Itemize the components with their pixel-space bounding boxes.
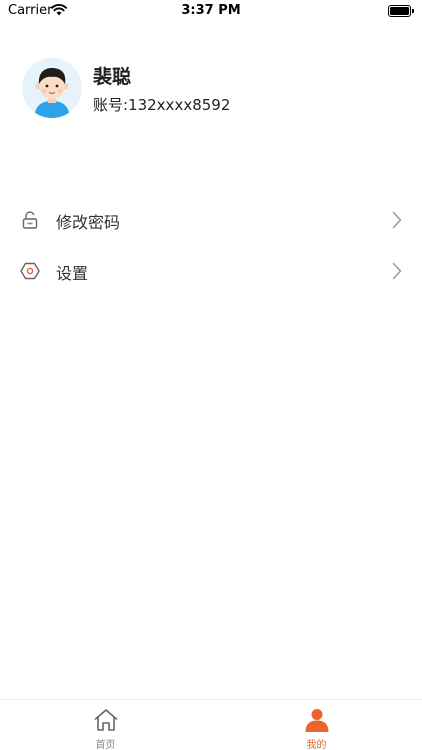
chevron-right-icon xyxy=(392,211,402,229)
tab-home[interactable]: 首页 xyxy=(0,700,211,750)
settings-hexagon-icon xyxy=(20,262,40,280)
chevron-right-icon xyxy=(392,262,402,280)
tab-mine[interactable]: 我的 xyxy=(211,700,422,750)
clock: 3:37 PM xyxy=(181,3,241,18)
status-bar: Carrier 3:37 PM xyxy=(0,0,422,22)
menu-item-label: 设置 xyxy=(56,264,89,283)
profile-header[interactable]: 裴聪 账号:132xxxx8592 xyxy=(22,58,402,120)
user-name: 裴聪 xyxy=(93,66,132,88)
user-account: 账号:132xxxx8592 xyxy=(93,96,231,114)
avatar-illustration xyxy=(22,58,82,118)
tab-label: 我的 xyxy=(306,740,327,750)
home-icon xyxy=(94,709,118,731)
menu-item-settings[interactable]: 设置 xyxy=(0,246,422,296)
tab-label: 首页 xyxy=(95,740,116,750)
menu-item-change-password[interactable]: 修改密码 xyxy=(0,195,422,245)
user-avatar[interactable] xyxy=(22,58,82,118)
person-icon xyxy=(305,709,329,732)
battery-full-icon xyxy=(388,5,414,17)
tab-bar: 首页 我的 xyxy=(0,699,422,750)
menu-item-label: 修改密码 xyxy=(56,213,121,232)
lock-icon xyxy=(22,211,38,229)
